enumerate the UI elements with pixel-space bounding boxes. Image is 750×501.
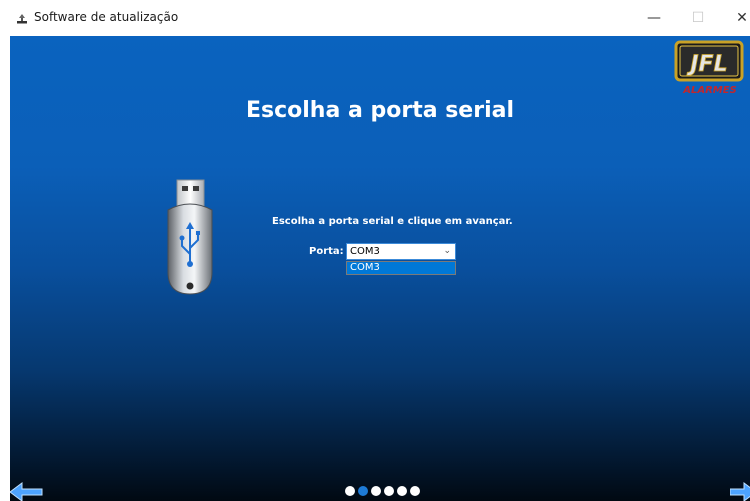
port-label: Porta:: [309, 246, 344, 257]
maximize-button[interactable]: ☐: [678, 0, 718, 36]
port-option[interactable]: COM3: [347, 262, 455, 274]
close-icon: ✕: [736, 10, 748, 26]
next-arrow-button[interactable]: [730, 480, 750, 501]
logo-sub: ALARMES: [682, 85, 737, 96]
minimize-icon: —: [647, 10, 661, 26]
title-bar: Software de atualização — ☐ ✕: [0, 0, 750, 36]
port-select[interactable]: COM3 ⌄: [346, 243, 456, 260]
window-title: Software de atualização: [34, 10, 179, 24]
port-dropdown-list: COM3: [346, 261, 456, 275]
maximize-icon: ☐: [691, 10, 705, 26]
page-title: Escolha a porta serial: [245, 98, 515, 123]
app-icon: [17, 14, 27, 24]
close-button[interactable]: ✕: [722, 0, 750, 36]
wizard-panel: JFL ALARMES Escolha a porta serial Escol…: [10, 36, 750, 501]
page-dot: [345, 486, 355, 496]
minimize-button[interactable]: —: [634, 0, 674, 36]
page-dot-active: [358, 486, 368, 496]
jfl-logo: JFL ALARMES: [674, 40, 744, 96]
back-arrow-button[interactable]: [10, 480, 44, 501]
port-select-value: COM3: [350, 246, 380, 257]
page-dot: [410, 486, 420, 496]
chevron-down-icon: ⌄: [443, 246, 451, 256]
page-dot: [397, 486, 407, 496]
logo-main: JFL: [686, 52, 727, 77]
page-dot: [384, 486, 394, 496]
pagination-dots: [345, 486, 420, 496]
usb-drive-icon: [167, 179, 213, 295]
page-dot: [371, 486, 381, 496]
instruction-text: Escolha a porta serial e clique em avanç…: [272, 216, 513, 227]
